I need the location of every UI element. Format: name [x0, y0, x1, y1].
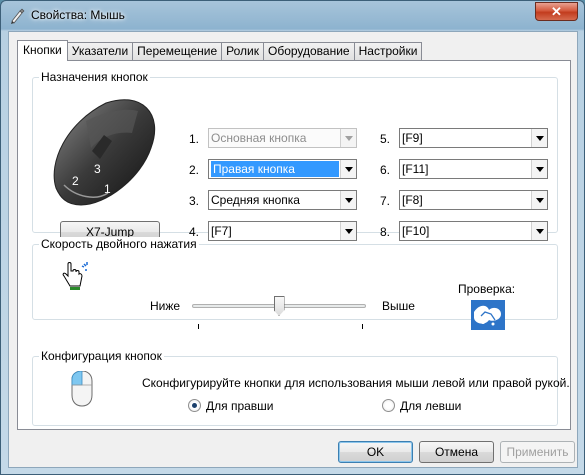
- tab-pointers[interactable]: Указатели: [66, 42, 134, 61]
- button-8-number: 8.: [380, 225, 391, 239]
- tab-buttons[interactable]: Кнопки: [17, 40, 68, 61]
- button-configuration-group: Конфигурация кнопок: [32, 349, 558, 426]
- tab-strip: Кнопки Указатели Перемещение Ролик Обору…: [17, 40, 423, 61]
- chevron-down-icon[interactable]: [340, 160, 356, 178]
- mouse-button-number-5: 5: [152, 169, 158, 180]
- test-area-label: Проверка:: [458, 282, 516, 296]
- slider-tick-min: [198, 324, 199, 329]
- chevron-down-icon: [340, 129, 356, 147]
- button-8-select[interactable]: [F10]: [399, 221, 548, 241]
- tab-hardware[interactable]: Оборудование: [262, 42, 355, 61]
- button-1-value: Основная кнопка: [211, 131, 307, 145]
- ok-button[interactable]: OK: [338, 441, 413, 463]
- button-configuration-label: Конфигурация кнопок: [39, 349, 164, 363]
- button-6-select[interactable]: [F11]: [399, 159, 548, 179]
- mouse-properties-window: Свойства: Мышь ✕ Кнопки Указатели Переме…: [0, 0, 585, 475]
- title-bar[interactable]: Свойства: Мышь ✕: [1, 1, 584, 31]
- button-3-select[interactable]: Средняя кнопка: [208, 190, 357, 210]
- chevron-down-icon[interactable]: [340, 191, 356, 209]
- button-4-value: [F7]: [211, 224, 232, 238]
- mouse-button-number-2: 2: [72, 174, 79, 188]
- button-6-number: 6.: [380, 163, 391, 177]
- button-2-select[interactable]: Правая кнопка: [208, 159, 357, 179]
- mouse-button-number-4: 4: [138, 181, 144, 192]
- button-6-value: [F11]: [402, 162, 429, 176]
- window-title: Свойства: Мышь: [31, 8, 125, 22]
- button-8-value: [F10]: [402, 224, 430, 238]
- button-7-number: 7.: [380, 194, 391, 208]
- chevron-down-icon[interactable]: [531, 191, 547, 209]
- button-1-number: 1.: [189, 132, 200, 146]
- dialog-client-area: Кнопки Указатели Перемещение Ролик Обору…: [8, 31, 578, 468]
- right-handed-label[interactable]: Для правши: [206, 399, 274, 413]
- test-folder-icon[interactable]: [471, 300, 505, 330]
- apply-button: Применить: [500, 441, 575, 463]
- chevron-down-icon[interactable]: [340, 222, 356, 240]
- tab-motion[interactable]: Перемещение: [132, 42, 223, 61]
- hand-pointer-icon: [62, 262, 88, 290]
- button-2-value: Правая кнопка: [211, 161, 339, 177]
- button-7-select[interactable]: [F8]: [399, 190, 548, 210]
- speed-slow-label: Ниже: [150, 299, 181, 313]
- chevron-down-icon[interactable]: [531, 129, 547, 147]
- speed-fast-label: Выше: [382, 299, 415, 313]
- mouse-button-number-3: 3: [94, 162, 101, 176]
- chevron-down-icon[interactable]: [531, 160, 547, 178]
- close-button[interactable]: ✕: [535, 2, 578, 21]
- left-handed-radio[interactable]: [382, 399, 395, 412]
- button-5-select[interactable]: [F9]: [399, 128, 548, 148]
- cancel-button[interactable]: Отмена: [419, 441, 494, 463]
- right-handed-radio[interactable]: [188, 399, 201, 412]
- left-handed-label[interactable]: Для левши: [400, 399, 461, 413]
- tab-settings[interactable]: Настройки: [353, 42, 423, 61]
- button-5-number: 5.: [380, 132, 391, 146]
- button-3-value: Средняя кнопка: [211, 193, 300, 207]
- button-1-select: Основная кнопка: [208, 128, 357, 148]
- tab-wheel[interactable]: Ролик: [221, 42, 264, 61]
- mouse-button-number-8: 8: [146, 180, 152, 191]
- config-description: Сконфигурируйте кнопки для использования…: [142, 376, 570, 390]
- tab-panel-buttons: Назначения кнопок 2 3 1 4 5 7 8 X7-Jump …: [17, 60, 571, 430]
- slider-tick-max: [362, 324, 363, 329]
- button-3-number: 3.: [189, 194, 200, 208]
- double-click-speed-label: Скорость двойного нажатия: [39, 237, 199, 251]
- chevron-down-icon[interactable]: [531, 222, 547, 240]
- button-assignments-label: Назначения кнопок: [39, 70, 150, 84]
- mouse-diagram-image: 2 3 1 4 5 7 8: [53, 99, 158, 206]
- button-2-number: 2.: [189, 163, 200, 177]
- mouse-pen-icon: [11, 8, 25, 24]
- mouse-icon: [71, 371, 93, 407]
- button-5-value: [F9]: [402, 131, 423, 145]
- button-4-select[interactable]: [F7]: [208, 221, 357, 241]
- button-7-value: [F8]: [402, 193, 423, 207]
- mouse-button-number-1: 1: [104, 182, 111, 196]
